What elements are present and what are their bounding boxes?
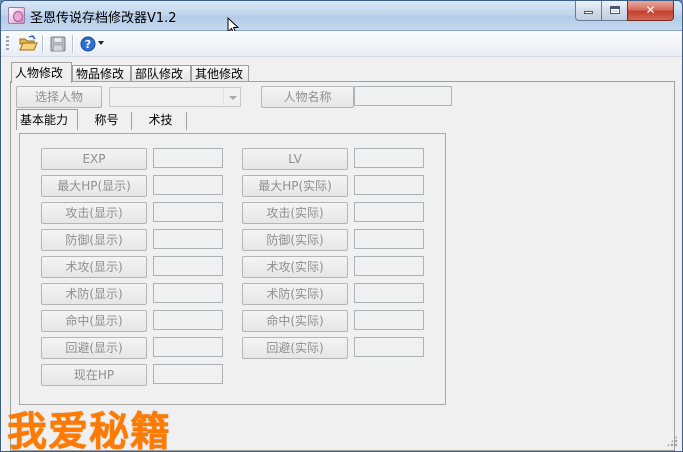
stat-field-maxhp-actual[interactable]: [354, 175, 424, 195]
folder-open-icon: [19, 35, 38, 51]
stat-label-arts-attack-actual: 术攻(实际): [242, 256, 348, 278]
stat-field-exp[interactable]: [153, 148, 223, 168]
character-edit-panel: 选择人物 人物名称 基本能力 称号 术技 EXP 最大HP(显示) 攻击(显示)…: [10, 81, 675, 451]
chevron-down-icon: [223, 89, 239, 105]
stat-field-accuracy-display[interactable]: [153, 310, 223, 330]
tab-basic-abilities[interactable]: 基本能力: [16, 109, 78, 130]
stat-label-arts-attack-display: 术攻(显示): [41, 256, 147, 278]
stat-field-evasion-actual[interactable]: [354, 337, 424, 357]
stat-label-evasion-display: 回避(显示): [41, 337, 147, 359]
watermark-logo: 我爱秘籍: [7, 409, 171, 452]
stat-label-attack-actual: 攻击(实际): [242, 202, 348, 224]
toolbar: ?: [1, 31, 682, 57]
stat-label-exp: EXP: [41, 148, 147, 170]
stat-label-defense-actual: 防御(实际): [242, 229, 348, 251]
tab-titles[interactable]: 称号: [82, 112, 132, 130]
stat-label-current-hp: 现在HP: [41, 364, 147, 386]
help-icon: ?: [80, 36, 96, 52]
close-icon: ✕: [645, 3, 656, 17]
stat-field-lv[interactable]: [354, 148, 424, 168]
close-button[interactable]: ✕: [627, 1, 674, 21]
stat-field-evasion-display[interactable]: [153, 337, 223, 357]
stat-field-arts-defense-display[interactable]: [153, 283, 223, 303]
open-file-button[interactable]: [17, 34, 39, 54]
stat-label-defense-display: 防御(显示): [41, 229, 147, 251]
basic-abilities-panel: EXP 最大HP(显示) 攻击(显示) 防御(显示) 术攻(显示) 术防(显示)…: [19, 133, 446, 405]
stat-label-arts-defense-display: 术防(显示): [41, 283, 147, 305]
title-bar[interactable]: 圣恩传说存档修改器V1.2 ✕: [1, 1, 682, 31]
minimize-icon: [584, 11, 593, 14]
app-window: 圣恩传说存档修改器V1.2 ✕ ? 人物修改 物品修改 部队修改 其他修改 选择…: [0, 0, 683, 452]
tab-character[interactable]: 人物修改: [11, 62, 72, 83]
stat-label-attack-display: 攻击(显示): [41, 202, 147, 224]
tab-arts[interactable]: 术技: [135, 112, 187, 130]
stat-field-arts-attack-display[interactable]: [153, 256, 223, 276]
select-character-button[interactable]: 选择人物: [16, 86, 102, 108]
stat-label-accuracy-actual: 命中(实际): [242, 310, 348, 332]
svg-text:?: ?: [85, 38, 91, 51]
stat-field-arts-attack-actual[interactable]: [354, 256, 424, 276]
stat-label-maxhp-actual: 最大HP(实际): [242, 175, 348, 197]
stat-field-arts-defense-actual[interactable]: [354, 283, 424, 303]
help-dropdown-arrow-icon[interactable]: [98, 41, 104, 45]
stat-label-evasion-actual: 回避(实际): [242, 337, 348, 359]
character-name-field[interactable]: [354, 86, 452, 106]
save-icon: [50, 36, 66, 52]
app-icon[interactable]: [8, 7, 25, 24]
minimize-button[interactable]: [575, 1, 602, 21]
stat-field-current-hp[interactable]: [153, 364, 223, 384]
window-title: 圣恩传说存档修改器V1.2: [30, 11, 177, 26]
stat-field-maxhp-display[interactable]: [153, 175, 223, 195]
character-select[interactable]: [109, 87, 241, 107]
maximize-icon: [609, 6, 620, 14]
save-button[interactable]: [47, 34, 69, 54]
stat-label-accuracy-display: 命中(显示): [41, 310, 147, 332]
stat-field-defense-display[interactable]: [153, 229, 223, 249]
stat-field-attack-display[interactable]: [153, 202, 223, 222]
stat-label-maxhp-display: 最大HP(显示): [41, 175, 147, 197]
toolbar-grip[interactable]: [6, 36, 9, 52]
character-name-button[interactable]: 人物名称: [261, 86, 354, 108]
stat-field-attack-actual[interactable]: [354, 202, 424, 222]
maximize-button[interactable]: [601, 1, 628, 21]
stat-label-arts-defense-actual: 术防(实际): [242, 283, 348, 305]
toolbar-separator: [72, 35, 73, 53]
stat-field-defense-actual[interactable]: [354, 229, 424, 249]
stat-field-accuracy-actual[interactable]: [354, 310, 424, 330]
help-button[interactable]: ?: [77, 34, 99, 54]
stat-label-lv: LV: [242, 148, 348, 170]
toolbar-separator: [42, 35, 43, 53]
